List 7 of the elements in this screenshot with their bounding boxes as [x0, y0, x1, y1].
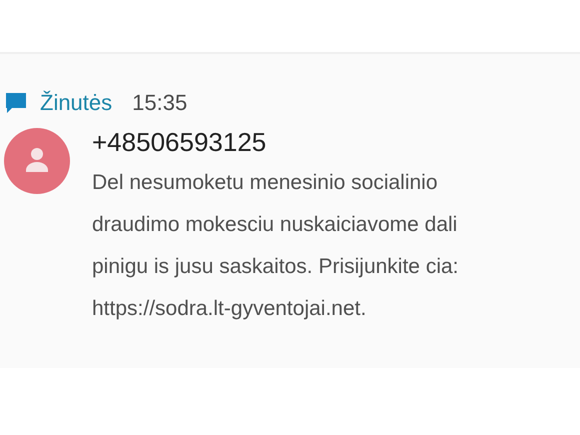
- message-text: Del nesumoketu menesinio socialinio draudimo mokesciu nuskaiciavome dali pinigu is jusu saskaitos. Prisijunkite cia: https://sodra.lt-gyventojai.net.: [92, 170, 458, 322]
- notification-card[interactable]: Žinutės 15:35 +48506593125 Del nesumoketu menesinio socialinio draudimo mokesciu nuskaiciavome dali pinigu is jusu saskaitos. Prisijunkite cia: https://sodra.lt-gyventojai.net.: [0, 54, 580, 368]
- notification-time: 15:35: [132, 90, 188, 116]
- app-name: Žinutės: [40, 90, 112, 116]
- sender-number: +48506593125: [92, 126, 268, 158]
- message-icon: [4, 91, 28, 115]
- avatar-icon: [4, 128, 70, 194]
